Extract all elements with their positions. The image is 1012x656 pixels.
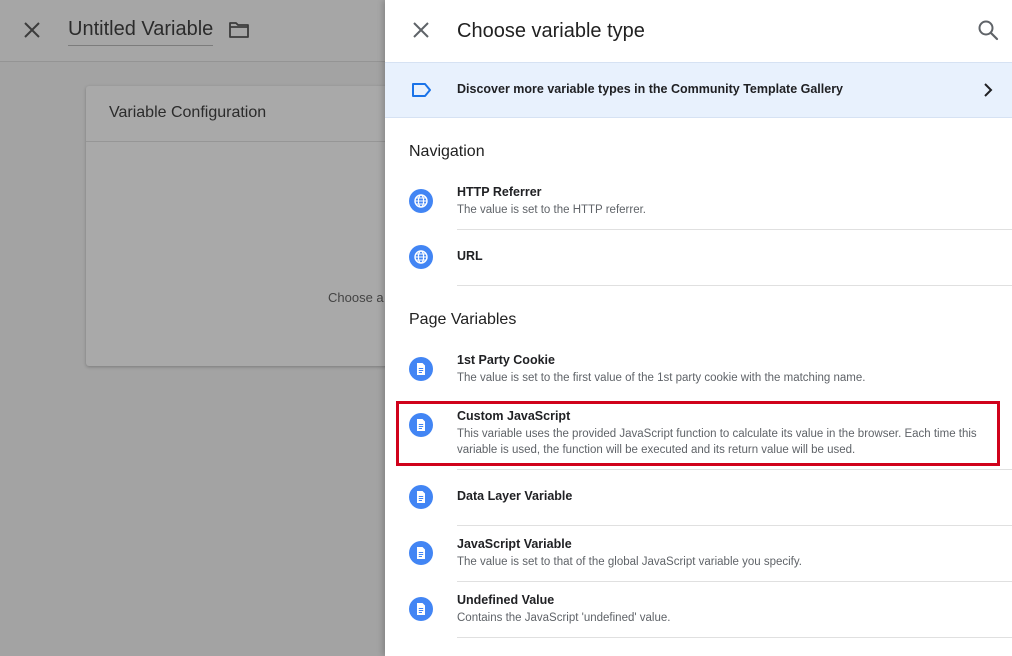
variable-type-undefined-value[interactable]: Undefined Value Contains the JavaScript … [385, 584, 1012, 638]
tag-icon [412, 83, 431, 97]
close-icon[interactable] [411, 20, 431, 40]
drawer-title: Choose variable type [457, 20, 645, 42]
close-icon[interactable] [22, 20, 42, 40]
variable-type-description: The value is set to the first value of t… [457, 372, 866, 384]
variable-type-description: Contains the JavaScript 'undefined' valu… [457, 612, 671, 624]
variable-type-data-layer-variable[interactable]: Data Layer Variable [385, 472, 1012, 526]
variable-type-name: Data Layer Variable [457, 489, 573, 503]
variable-type-description: The value is set to that of the global J… [457, 556, 802, 568]
screen: Untitled Variable Variable Configuration… [0, 0, 1012, 656]
variable-type-url[interactable]: URL [385, 232, 1012, 286]
search-icon[interactable] [977, 19, 999, 41]
variable-type-description: The value is set to the HTTP referrer. [457, 204, 646, 216]
document-icon [409, 413, 433, 437]
chevron-right-icon [984, 83, 993, 97]
choose-variable-type-drawer: Choose variable type Discover more varia… [385, 0, 1012, 656]
divider [457, 525, 1012, 526]
variable-type-javascript-variable[interactable]: JavaScript Variable The value is set to … [385, 528, 1012, 582]
variable-type-name: HTTP Referrer [457, 185, 542, 199]
variable-type-name: JavaScript Variable [457, 537, 572, 551]
document-icon [409, 485, 433, 509]
document-icon [409, 597, 433, 621]
variable-type-name: Undefined Value [457, 593, 555, 607]
community-template-gallery-link[interactable]: Discover more variable types in the Comm… [385, 62, 1012, 118]
drawer-header: Choose variable type [385, 0, 1012, 62]
gallery-link-text: Discover more variable types in the Comm… [457, 82, 844, 96]
globe-icon [409, 245, 433, 269]
folder-icon[interactable] [228, 20, 250, 40]
variable-type-name: URL [457, 249, 483, 263]
variable-type-name: Custom JavaScript [457, 409, 571, 423]
section-title-page-variables: Page Variables [409, 311, 517, 328]
divider [457, 581, 1012, 582]
variable-type-custom-javascript[interactable]: Custom JavaScript This variable uses the… [385, 400, 1012, 470]
divider [457, 637, 1012, 638]
card-hint: Choose a [328, 290, 384, 305]
card-title: Variable Configuration [109, 104, 267, 121]
divider [457, 285, 1012, 286]
globe-icon [409, 189, 433, 213]
variable-type-http-referrer[interactable]: HTTP Referrer The value is set to the HT… [385, 176, 1012, 230]
variable-type-description: This variable uses the provided JavaScri… [457, 428, 977, 456]
document-icon [409, 357, 433, 381]
variable-type-name: 1st Party Cookie [457, 353, 555, 367]
section-title-navigation: Navigation [409, 143, 485, 160]
document-icon [409, 541, 433, 565]
divider [457, 229, 1012, 230]
variable-type-1st-party-cookie[interactable]: 1st Party Cookie The value is set to the… [385, 344, 1012, 398]
variable-name-field[interactable]: Untitled Variable [68, 17, 214, 46]
divider [457, 469, 1012, 470]
